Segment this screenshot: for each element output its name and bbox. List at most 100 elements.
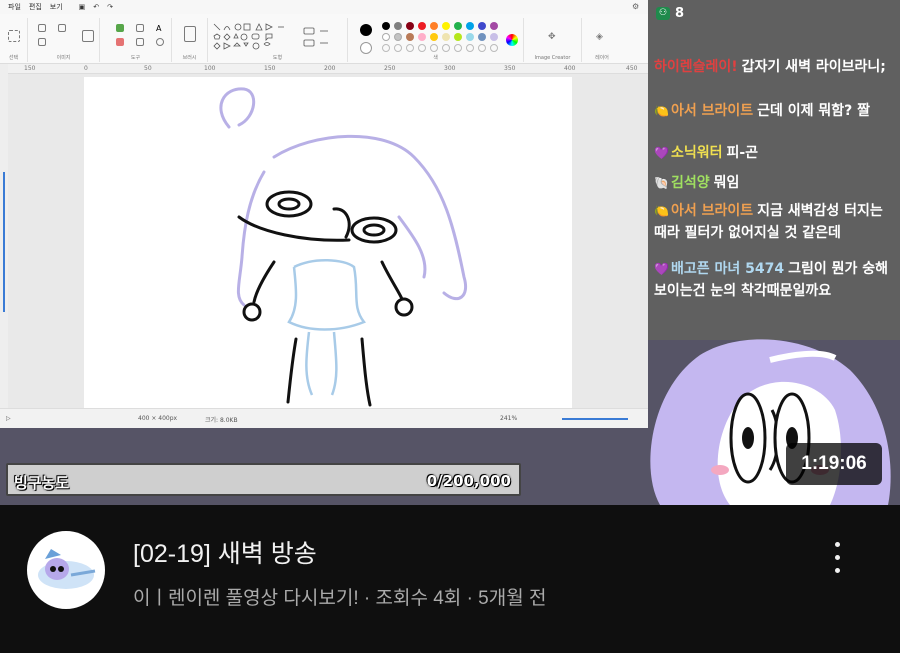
chat-nickname: 배고픈 마녀 5474 bbox=[670, 261, 785, 277]
chat-overlay: ⚇ 8 하이렌슬레이! 갑자기 새벽 라이브라니; 🍋 아서 브라이트 근데 이제 뭐함… bbox=[648, 0, 900, 340]
custom-swatch bbox=[490, 44, 498, 52]
video-meta: 이ㅣ렌이렌 풀영상 다시보기! · 조회수 4회 · 5개월 전 bbox=[133, 588, 547, 609]
sparkle-icon: ✥ bbox=[548, 32, 556, 42]
palette-swatch bbox=[442, 33, 450, 41]
palette-swatch bbox=[466, 33, 474, 41]
shapes-icon bbox=[213, 23, 328, 50]
character-drawing bbox=[219, 87, 467, 407]
drawing-canvas[interactable] bbox=[84, 77, 572, 408]
palette-swatch bbox=[418, 33, 426, 41]
video-thumbnail[interactable]: 파일 편집 보기 ▣ ↶ ↷ 선택 이미지 A 도구 브러시 도형 색 ✥ Im… bbox=[0, 0, 900, 505]
text-icon: A bbox=[156, 24, 162, 33]
chat-message: 🐚 김석양 뭐임 bbox=[654, 172, 896, 194]
chat-nickname: 김석양 bbox=[670, 175, 710, 191]
upload-age: 5개월 전 bbox=[478, 588, 547, 609]
channel-avatar-icon bbox=[38, 549, 96, 589]
palette-swatch bbox=[478, 33, 486, 41]
palette-swatch bbox=[382, 33, 390, 41]
eraser-icon bbox=[116, 38, 124, 46]
vertical-ruler bbox=[0, 64, 8, 408]
file-size-text: 크기: 8.0KB bbox=[205, 417, 238, 424]
color1-swatch bbox=[360, 24, 372, 36]
chat-nickname: 아서 브라이트 bbox=[670, 103, 754, 119]
palette-swatch bbox=[418, 22, 426, 30]
badge-icon: 🍋 bbox=[654, 204, 669, 218]
chat-message: 🍋 아서 브라이트 지금 새벽감성 터지는 때라 필터가 없어지실 것 같은데 bbox=[654, 200, 896, 244]
chat-message: 💜 배고픈 마녀 5474 그림이 뭔가 숭해보이는건 눈의 착각때문일까요 bbox=[654, 258, 896, 302]
video-duration: 1:19:06 bbox=[786, 443, 882, 485]
group-colors: 색 bbox=[348, 18, 524, 62]
menu-view: 보기 bbox=[49, 3, 63, 11]
chat-nickname: 하이렌슬레이! bbox=[654, 59, 738, 75]
custom-swatch bbox=[430, 44, 438, 52]
badge-icon: 💜 bbox=[654, 262, 669, 276]
group-image: 이미지 bbox=[28, 18, 100, 62]
paint-window: 파일 편집 보기 ▣ ↶ ↷ 선택 이미지 A 도구 브러시 도형 색 ✥ Im… bbox=[0, 0, 648, 428]
magnifier-icon bbox=[156, 38, 164, 46]
fill-icon bbox=[136, 24, 144, 32]
canvas-size-text: 400 × 400px bbox=[138, 415, 178, 422]
chat-text: 뭐임 bbox=[713, 175, 740, 191]
palette-swatch bbox=[442, 22, 450, 30]
color-wheel-icon bbox=[506, 34, 518, 46]
gauge-bar: 빙구농도 0/200,000 bbox=[6, 463, 521, 496]
palette-swatch bbox=[490, 33, 498, 41]
video-info bbox=[0, 505, 900, 653]
gauge-value: 0/200,000 bbox=[426, 472, 511, 490]
palette-swatch bbox=[430, 22, 438, 30]
color2-swatch bbox=[360, 42, 372, 54]
badge-icon: 🍋 bbox=[654, 104, 669, 118]
cursor-icon: ▷ bbox=[6, 415, 11, 422]
undo-icon: ↶ bbox=[93, 3, 100, 11]
palette-swatch bbox=[382, 22, 390, 30]
palette-swatch bbox=[466, 22, 474, 30]
palette-swatch bbox=[454, 33, 462, 41]
resize-icon bbox=[38, 38, 46, 46]
more-options-icon[interactable] bbox=[826, 538, 850, 578]
custom-swatch bbox=[478, 44, 486, 52]
picker-icon bbox=[136, 38, 144, 46]
select-icon bbox=[8, 30, 20, 42]
rotate-icon bbox=[58, 24, 66, 32]
image-select-icon bbox=[82, 30, 94, 42]
gauge-label: 빙구농도 bbox=[14, 474, 70, 492]
pencil-icon bbox=[116, 24, 124, 32]
chat-text: 근데 이제 뭐함? 짤 bbox=[757, 103, 871, 119]
save-icon: ▣ bbox=[78, 3, 86, 11]
palette-swatch bbox=[406, 22, 414, 30]
chat-text: 피-곤 bbox=[726, 145, 759, 161]
badge-icon: 💜 bbox=[654, 146, 669, 160]
palette-swatch bbox=[406, 33, 414, 41]
badge-icon: 🐚 bbox=[654, 176, 669, 190]
palette-swatch bbox=[490, 22, 498, 30]
chat-nickname: 소닉워터 bbox=[670, 145, 723, 161]
viewer-icon: ⚇ bbox=[656, 7, 670, 20]
video-title[interactable]: [02-19] 새벽 방송 bbox=[133, 534, 317, 570]
redo-icon: ↷ bbox=[107, 3, 114, 11]
channel-name[interactable]: 이ㅣ렌이렌 풀영상 다시보기! bbox=[133, 588, 359, 609]
paint-statusbar: ▷ 400 × 400px 크기: 8.0KB 241% bbox=[0, 408, 648, 428]
custom-swatch bbox=[406, 44, 414, 52]
zoom-slider bbox=[562, 418, 628, 420]
custom-swatch bbox=[454, 44, 462, 52]
custom-swatch bbox=[442, 44, 450, 52]
palette-swatch bbox=[394, 22, 402, 30]
chat-message: 하이렌슬레이! 갑자기 새벽 라이브라니; bbox=[654, 56, 896, 78]
group-shapes: 도형 bbox=[208, 18, 348, 62]
viewer-count: ⚇ 8 bbox=[656, 6, 684, 21]
group-image-creator: ✥ Image Creator bbox=[524, 18, 582, 62]
chat-nickname: 아서 브라이트 bbox=[670, 203, 754, 219]
palette-swatch bbox=[394, 33, 402, 41]
settings-icon: ⚙ bbox=[632, 2, 640, 11]
paint-ribbon: 선택 이미지 A 도구 브러시 도형 색 ✥ Image Creator ◈ 레… bbox=[0, 2, 648, 64]
palette-swatch bbox=[478, 22, 486, 30]
chat-text: 갑자기 새벽 라이브라니; bbox=[741, 59, 886, 75]
group-select: 선택 bbox=[0, 18, 28, 62]
channel-avatar[interactable] bbox=[27, 531, 105, 609]
custom-swatch bbox=[382, 44, 390, 52]
group-layers: ◈ 레이어 bbox=[595, 32, 609, 61]
custom-swatch bbox=[466, 44, 474, 52]
chat-message: 💜 소닉워터 피-곤 bbox=[654, 142, 896, 164]
horizontal-ruler: 150 0 50 100 150 200 250 300 350 400 450 bbox=[8, 64, 648, 74]
custom-swatch bbox=[418, 44, 426, 52]
